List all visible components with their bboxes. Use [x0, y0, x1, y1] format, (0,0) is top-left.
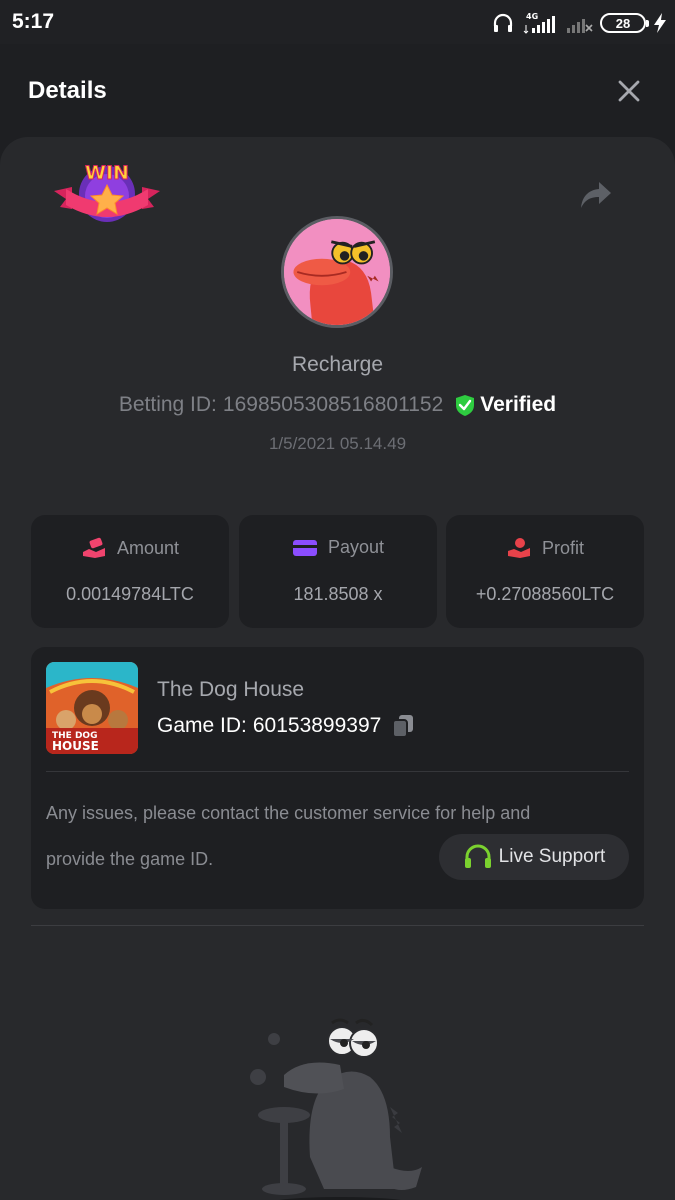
section-divider: [31, 925, 644, 926]
signal-off-icon: [567, 19, 593, 33]
stat-profit-value: +0.27088560LTC: [475, 584, 615, 604]
stat-payout-head: Payout: [239, 537, 437, 558]
battery-icon: 28: [600, 13, 649, 33]
status-time: 5:17: [12, 10, 55, 33]
mascot-illustration: [250, 1018, 422, 1200]
network-type: 4G: [526, 12, 538, 21]
win-badge: WIN: [54, 162, 160, 222]
game-card: THE DOG HOUSE The Dog House Game ID: 601…: [31, 647, 644, 909]
charging-icon: [654, 13, 666, 33]
game-name: The Dog House: [157, 678, 305, 701]
stat-profit-label: Profit: [541, 537, 584, 558]
game-id-row: Game ID: 60153899397: [157, 713, 417, 739]
betting-id-row: Betting ID: 1698505308516801152 Verified: [0, 393, 675, 417]
headset-icon: [464, 844, 491, 868]
copy-icon: [392, 715, 414, 738]
share-icon: [581, 182, 611, 208]
verified-shield-icon: [456, 394, 475, 416]
stat-amount-label: Amount: [116, 537, 180, 558]
stat-payout-label: Payout: [327, 537, 385, 557]
battery-level: 28: [615, 15, 631, 31]
help-text-line-1: Any issues, please contact the customer …: [46, 803, 531, 823]
close-button[interactable]: [608, 70, 650, 112]
share-button[interactable]: [574, 175, 618, 215]
signal-icon: 4G: [523, 12, 555, 34]
transaction-date: 1/5/2021 05.14.49: [268, 434, 407, 453]
betting-id-label: Betting ID:: [118, 393, 217, 416]
game-id-value: 60153899397: [252, 714, 382, 737]
betting-id-value: 1698505308516801152: [222, 393, 444, 416]
close-icon: [618, 80, 640, 102]
verified-badge: Verified: [455, 393, 556, 417]
headphones-icon: [493, 13, 513, 32]
stat-payout: Payout 181.8508 x: [239, 515, 437, 628]
game-thumbnail[interactable]: THE DOG HOUSE: [46, 662, 138, 754]
card-divider: [46, 771, 629, 772]
copy-button[interactable]: [391, 713, 417, 739]
thumb-title-2: HOUSE: [52, 739, 99, 753]
status-bar: 5:17 4G 28: [0, 0, 675, 44]
page-title: Details: [28, 77, 107, 104]
verified-label: Verified: [480, 393, 557, 416]
profit-hand-icon: [507, 538, 530, 558]
game-id-label: Game ID:: [157, 714, 247, 737]
money-hand-icon: [82, 537, 105, 558]
status-icons: 4G 28: [491, 10, 667, 36]
stat-profit: Profit +0.27088560LTC: [446, 515, 644, 628]
wallet-card-icon: [292, 539, 317, 556]
stat-amount: Amount 0.00149784LTC: [31, 515, 229, 628]
avatar: [281, 216, 393, 328]
live-support-button[interactable]: Live Support: [439, 834, 629, 880]
stat-amount-value: 0.00149784LTC: [66, 584, 194, 604]
transaction-type: Recharge: [291, 353, 384, 376]
win-badge-text: WIN: [85, 162, 129, 184]
stat-profit-head: Profit: [446, 537, 644, 559]
stat-amount-head: Amount: [31, 537, 229, 559]
details-sheet: WIN Recharge Betting ID: 169850530851680…: [0, 137, 675, 1200]
page-header: Details: [0, 44, 675, 138]
stat-payout-value: 181.8508 x: [293, 584, 383, 604]
live-support-label: Live Support: [498, 846, 606, 867]
